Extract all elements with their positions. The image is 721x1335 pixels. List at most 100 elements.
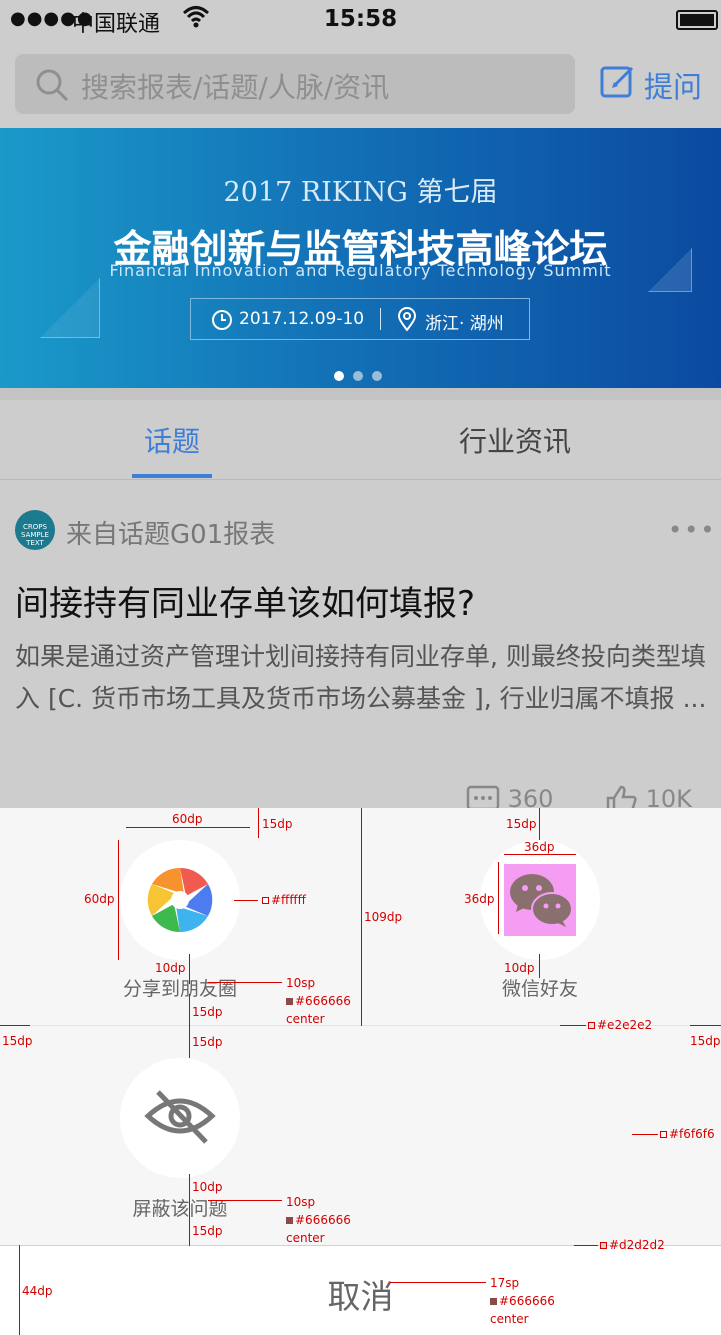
annotation-line	[539, 954, 540, 978]
annotation-label: center	[286, 1231, 325, 1245]
annotation-label: #d2d2d2	[600, 1238, 665, 1252]
block-question-button[interactable]	[120, 1058, 240, 1178]
post-title[interactable]: 间接持有同业存单该如何填报?	[15, 576, 475, 625]
annotation-label: #ffffff	[262, 893, 306, 907]
annotation-line	[574, 1245, 598, 1246]
cancel-label: 取消	[327, 1277, 394, 1316]
location-icon	[397, 307, 417, 331]
clock: 15:58	[323, 6, 398, 32]
annotation-label: #666666	[286, 1213, 351, 1227]
annotation-label: 15dp	[192, 1224, 223, 1238]
annotation-line	[208, 982, 282, 983]
share-wechat-label: 微信好友	[501, 978, 578, 1000]
annotation-label: 36dp	[464, 892, 495, 906]
share-sheet: 分享到朋友圈 微信好友 屏蔽该问题 取消 60dp 15dp 60dp #fff…	[0, 808, 721, 1335]
camera-shutter-icon	[147, 867, 213, 933]
tab-industry-news[interactable]: 行业资讯	[440, 420, 590, 460]
carousel-dot[interactable]	[372, 371, 382, 381]
annotation-label: 10sp	[286, 976, 316, 990]
post-excerpt: 如果是通过资产管理计划间接持有同业存单, 则最终投向类型填入 [C. 货币市场工…	[15, 642, 707, 713]
annotation-text: #d2d2d2	[609, 1238, 665, 1252]
like-count-value: 10K	[645, 785, 692, 808]
banner-date: 2017.12.09-10	[239, 309, 365, 329]
annotation-line	[560, 1025, 586, 1026]
annotation-label: #f6f6f6	[660, 1127, 715, 1141]
decor-triangle	[40, 278, 100, 338]
annotation-line	[390, 1282, 486, 1283]
annotation-label: 15dp	[690, 1034, 721, 1048]
annotation-text: #666666	[295, 1213, 351, 1227]
annotation-label: 109dp	[364, 910, 403, 924]
annotation-line	[498, 862, 499, 934]
banner-title-en: 2017 RIKING 第七届	[223, 177, 498, 208]
avatar: CROPS SAMPLE TEXT	[15, 510, 55, 550]
annotation-label: 36dp	[524, 840, 555, 854]
annotation-label: 17sp	[490, 1276, 520, 1290]
comment-count-value: 360	[507, 785, 554, 808]
edit-icon	[600, 66, 634, 98]
annotation-line	[126, 827, 250, 828]
annotation-line	[189, 994, 190, 1058]
post-source[interactable]: 来自话题G01报表	[66, 514, 275, 551]
annotation-label: 10dp	[192, 1180, 223, 1194]
status-bar: ●●●●● 中国联通 15:58	[0, 0, 721, 40]
annotation-label: 15dp	[192, 1005, 223, 1019]
cancel-button[interactable]: 取消	[0, 1245, 721, 1335]
annotation-text: #e2e2e2	[597, 1018, 653, 1032]
share-moments-button[interactable]	[120, 840, 240, 960]
thumbs-up-icon	[606, 785, 637, 808]
search-header: 搜索报表/话题/人脉/资讯 提问	[0, 40, 721, 128]
search-icon	[36, 69, 69, 102]
clock-icon	[212, 310, 232, 330]
annotation-label: center	[286, 1012, 325, 1026]
divider	[380, 308, 381, 330]
like-count[interactable]: 10K	[604, 785, 692, 808]
annotation-label: 15dp	[192, 1035, 223, 1049]
block-question-label: 屏蔽该问题	[132, 1198, 228, 1220]
banner-place: 浙江· 湖州	[425, 314, 504, 334]
annotation-line	[234, 900, 258, 901]
annotation-text: #666666	[499, 1294, 555, 1308]
annotation-line	[539, 808, 540, 840]
battery-icon	[676, 10, 718, 30]
annotation-text: #ffffff	[271, 893, 306, 907]
annotation-line	[361, 808, 362, 1026]
search-input[interactable]: 搜索报表/话题/人脉/资讯	[15, 54, 575, 114]
annotation-line	[690, 1025, 721, 1026]
annotation-label: center	[490, 1312, 529, 1326]
search-placeholder: 搜索报表/话题/人脉/资讯	[81, 71, 390, 104]
annotation-line	[632, 1134, 658, 1135]
wechat-icon	[504, 864, 576, 936]
annotation-line	[258, 808, 259, 838]
carousel-dot[interactable]	[334, 371, 344, 381]
annotation-label: 15dp	[262, 817, 293, 831]
annotation-line	[189, 1174, 190, 1246]
annotation-label: 10dp	[504, 961, 535, 975]
banner-carousel[interactable]: 2017 RIKING 第七届 金融创新与监管科技高峰论坛 Financial …	[0, 128, 721, 388]
post-card[interactable]: CROPS SAMPLE TEXT 来自话题G01报表 ••• 间接持有同业存单…	[0, 480, 721, 808]
annotation-label: 10dp	[155, 961, 186, 975]
share-moments-label: 分享到朋友圈	[122, 978, 237, 1000]
tab-topics[interactable]: 话题	[130, 420, 214, 460]
annotation-label: 15dp	[2, 1034, 33, 1048]
more-icon[interactable]: •••	[668, 516, 716, 544]
comment-count[interactable]: 360	[466, 785, 553, 808]
annotation-line	[0, 1025, 30, 1026]
annotation-label: 60dp	[84, 892, 115, 906]
tab-indicator	[132, 474, 212, 478]
annotation-line	[504, 854, 576, 855]
annotation-label: #666666	[286, 994, 351, 1008]
carousel-dot[interactable]	[353, 371, 363, 381]
eye-off-icon	[144, 1090, 216, 1144]
annotation-label: 15dp	[506, 817, 537, 831]
annotation-line	[19, 1245, 20, 1335]
annotation-line	[189, 954, 190, 984]
avatar-text: CROPS SAMPLE TEXT	[21, 523, 49, 547]
annotation-label: 60dp	[172, 812, 203, 826]
banner-subtitle: Financial Innovation and Regulatory Tech…	[109, 261, 612, 280]
annotation-line	[118, 840, 119, 960]
comment-icon	[466, 785, 500, 808]
annotation-text: #f6f6f6	[669, 1127, 715, 1141]
annotation-label: 10sp	[286, 1195, 316, 1209]
annotation-text: #666666	[295, 994, 351, 1008]
